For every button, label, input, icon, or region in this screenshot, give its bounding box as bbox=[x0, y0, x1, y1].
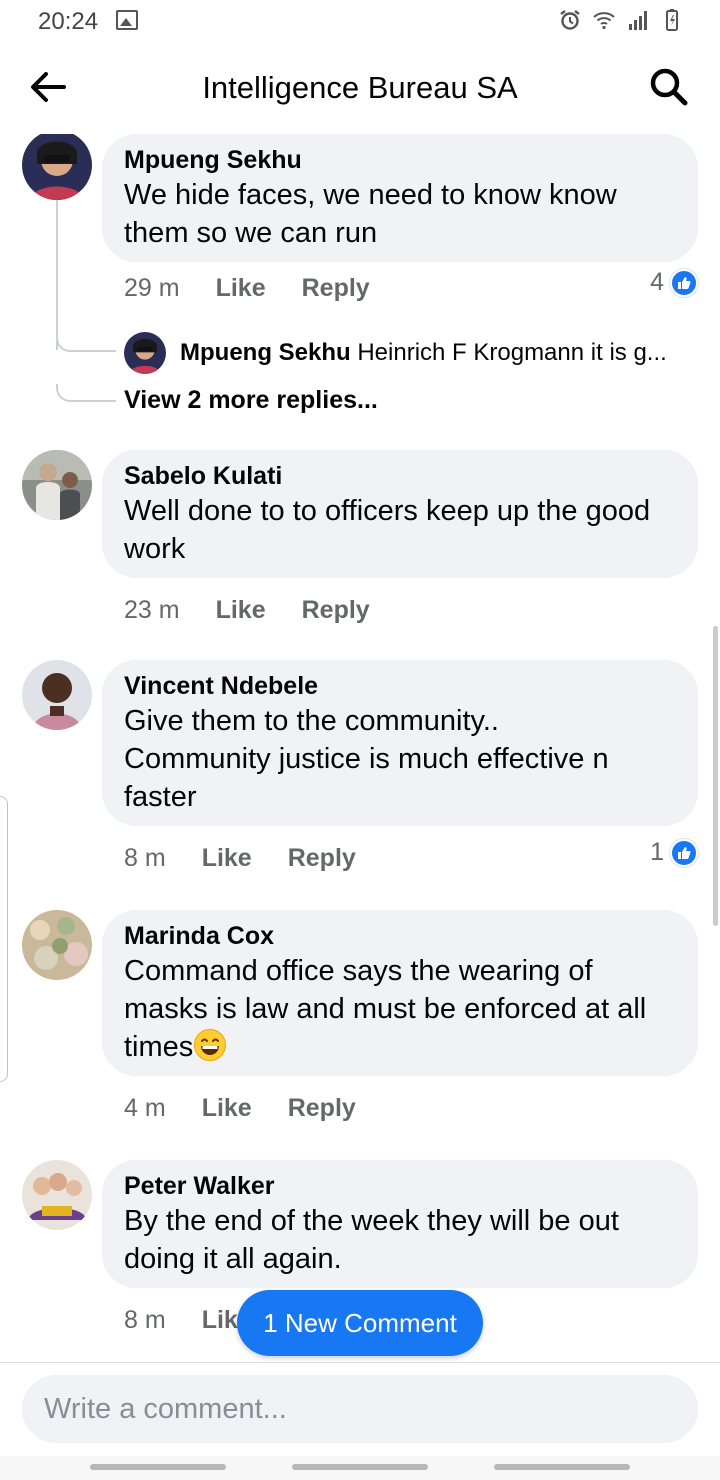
comment-bubble: Mpueng Sekhu We hide faces, we need to k… bbox=[102, 134, 698, 262]
comment-actions: 29 m Like Reply bbox=[124, 268, 370, 308]
comment-text: We hide faces, we need to know know them… bbox=[124, 179, 617, 249]
comment-bubble: Sabelo Kulati Well done to to officers k… bbox=[102, 450, 698, 578]
comments-list: Mpueng Sekhu We hide faces, we need to k… bbox=[0, 134, 720, 1362]
avatar[interactable] bbox=[22, 134, 92, 200]
like-button[interactable]: Like bbox=[216, 274, 266, 303]
reaction-summary[interactable]: 1 bbox=[650, 838, 698, 867]
comment-time[interactable]: 29 m bbox=[124, 274, 180, 303]
avatar[interactable] bbox=[22, 1160, 92, 1230]
page-title: Intelligence Bureau SA bbox=[202, 70, 518, 105]
signal-icon bbox=[629, 11, 647, 30]
view-more-replies-link[interactable]: View 2 more replies... bbox=[124, 386, 378, 415]
screen: 20:24 Intelligence Bureau SA Mpueng Sekh… bbox=[0, 0, 720, 1480]
app-header: Intelligence Bureau SA bbox=[0, 44, 720, 134]
thumbs-up-icon bbox=[670, 268, 698, 297]
edge-panel-handle[interactable] bbox=[0, 796, 8, 1082]
comment-author[interactable]: Sabelo Kulati bbox=[124, 460, 676, 492]
reply-preview-text: Mpueng Sekhu Heinrich F Krogmann it is g… bbox=[180, 339, 667, 367]
reply-snippet: Heinrich F Krogmann it is g... bbox=[357, 339, 667, 366]
comment-input[interactable] bbox=[22, 1375, 698, 1443]
reply-button[interactable]: Reply bbox=[302, 274, 370, 303]
reply-button[interactable]: Reply bbox=[288, 844, 356, 873]
comment-composer bbox=[0, 1362, 720, 1456]
reply-author: Mpueng Sekhu bbox=[180, 339, 351, 366]
like-button[interactable]: Lik bbox=[202, 1306, 238, 1335]
scrollbar[interactable] bbox=[713, 626, 718, 926]
reaction-summary[interactable]: 4 bbox=[650, 268, 698, 297]
comment-text: Give them to the community.. Community j… bbox=[124, 705, 609, 813]
comment-time[interactable]: 8 m bbox=[124, 844, 166, 873]
reply-avatar bbox=[124, 332, 166, 374]
thread-connector bbox=[56, 330, 116, 352]
nav-recents-button[interactable] bbox=[90, 1464, 226, 1470]
comment-author[interactable]: Marinda Cox bbox=[124, 920, 676, 952]
reply-button[interactable]: Reply bbox=[302, 596, 370, 625]
comment-actions: 4 m Like Reply bbox=[124, 1088, 356, 1128]
comment-bubble: Vincent Ndebele Give them to the communi… bbox=[102, 660, 698, 826]
reply-preview[interactable]: Mpueng Sekhu Heinrich F Krogmann it is g… bbox=[124, 331, 694, 375]
avatar[interactable] bbox=[22, 910, 92, 980]
system-nav-bar bbox=[0, 1456, 720, 1480]
new-comment-button[interactable]: 1 New Comment bbox=[237, 1290, 483, 1356]
search-icon[interactable] bbox=[646, 64, 692, 110]
comment-bubble: Marinda Cox Command office says the wear… bbox=[102, 910, 698, 1076]
comment-actions: 23 m Like Reply bbox=[124, 590, 370, 630]
status-icons bbox=[558, 8, 684, 32]
reply-button[interactable]: Reply bbox=[288, 1094, 356, 1123]
reaction-count: 4 bbox=[650, 268, 664, 296]
comment-text: Command office says the wearing of masks… bbox=[124, 952, 676, 1066]
comment-time[interactable]: 23 m bbox=[124, 596, 180, 625]
grinning-emoji-icon bbox=[194, 1029, 227, 1061]
like-button[interactable]: Like bbox=[216, 596, 266, 625]
like-button[interactable]: Like bbox=[202, 844, 252, 873]
thread-connector bbox=[56, 384, 116, 402]
avatar[interactable] bbox=[22, 660, 92, 730]
comment-author[interactable]: Vincent Ndebele bbox=[124, 670, 676, 702]
avatar[interactable] bbox=[22, 450, 92, 520]
battery-charging-icon bbox=[666, 9, 678, 31]
status-time: 20:24 bbox=[38, 8, 99, 35]
comment-bubble: Peter Walker By the end of the week they… bbox=[102, 1160, 698, 1288]
comment-time[interactable]: 4 m bbox=[124, 1094, 166, 1123]
thread-line bbox=[56, 200, 58, 350]
gallery-notification-icon bbox=[116, 10, 138, 30]
alarm-icon bbox=[560, 10, 580, 30]
status-bar: 20:24 bbox=[0, 0, 720, 44]
comment-author[interactable]: Peter Walker bbox=[124, 1170, 676, 1202]
thumbs-up-icon bbox=[670, 838, 698, 867]
comment-text: By the end of the week they will be out … bbox=[124, 1205, 619, 1275]
like-button[interactable]: Like bbox=[202, 1094, 252, 1123]
comment-time[interactable]: 8 m bbox=[124, 1306, 166, 1335]
comment-actions: 8 m Lik bbox=[124, 1300, 238, 1340]
comment-text: Well done to to officers keep up the goo… bbox=[124, 495, 651, 565]
comment-author[interactable]: Mpueng Sekhu bbox=[124, 144, 676, 176]
wifi-icon bbox=[593, 12, 615, 30]
reaction-count: 1 bbox=[650, 838, 664, 866]
nav-home-button[interactable] bbox=[292, 1464, 428, 1470]
comment-actions: 8 m Like Reply bbox=[124, 838, 356, 878]
nav-back-button[interactable] bbox=[494, 1464, 630, 1470]
